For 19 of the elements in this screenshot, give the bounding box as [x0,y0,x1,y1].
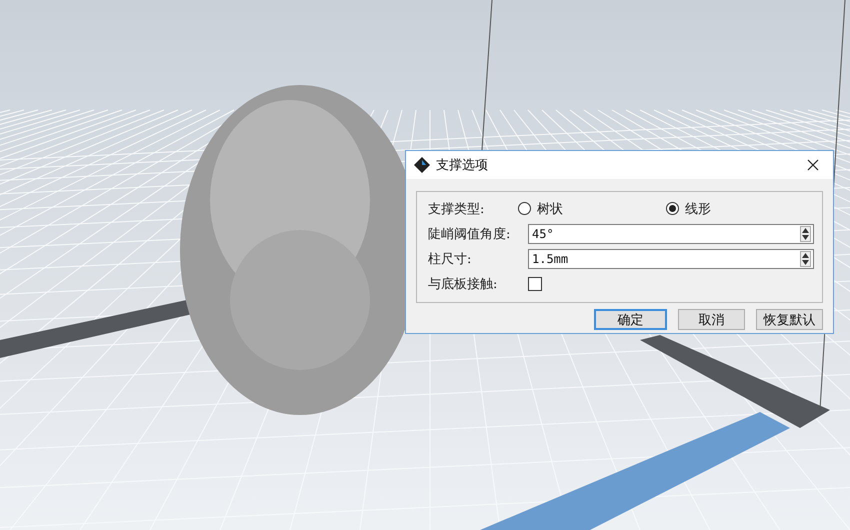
support-type-label: 支撑类型: [428,200,486,218]
contact-label: 与底板接触: [428,276,498,292]
spin-field[interactable]: 45° [528,224,814,244]
close-icon [807,159,819,171]
field-label: 陡峭阈值角度: [428,226,512,242]
checkbox[interactable] [528,276,542,290]
spin-field[interactable]: 1.5mm [528,248,814,268]
field-label: 柱尺寸: [428,250,472,268]
spin-arrows-icon[interactable] [800,226,811,242]
dialog-button[interactable]: 确定 [594,309,667,330]
radio-option[interactable]: 树状 [518,200,666,218]
dialog-button[interactable]: 取消 [678,309,745,330]
radio-label: 树状 [537,200,563,218]
diamond-icon [414,157,430,173]
spin-arrows-icon[interactable] [800,250,811,266]
radio-label: 线形 [685,200,711,218]
radio-option[interactable]: 线形 [666,200,814,218]
dialog-title: 支撑选项 [436,157,489,174]
dialog-button[interactable]: 恢复默认 [756,309,823,330]
